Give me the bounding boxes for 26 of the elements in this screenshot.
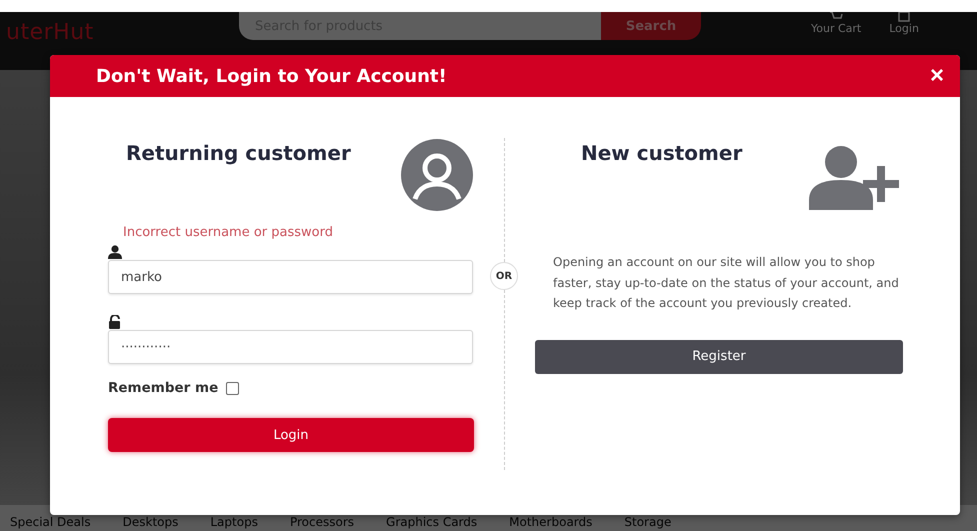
category-link[interactable]: Special Deals [10, 515, 91, 531]
padlock-icon [108, 315, 122, 329]
remember-label: Remember me [108, 380, 218, 396]
description-text: Opening an account on our site will allow you to shop faster, stay up-to-date on the status of your account, and keep track of the account you previously created. [553, 254, 900, 312]
person-icon [108, 245, 122, 259]
login-button[interactable]: Login [108, 418, 474, 452]
close-button[interactable]: × [930, 64, 944, 88]
login-link[interactable]: Login [889, 12, 919, 35]
error-message: Incorrect username or password [123, 225, 334, 240]
section-heading: Returning customer [126, 141, 351, 165]
category-link[interactable]: Processors [290, 515, 354, 531]
remember-checkbox[interactable] [226, 382, 240, 394]
dialog-title: Don't Wait, Login to Your Account! [96, 66, 447, 86]
category-link[interactable]: Graphics Cards [386, 515, 478, 531]
search-button[interactable]: Search [601, 12, 701, 40]
category-link[interactable]: Motherboards [509, 515, 592, 531]
section-heading: New customer [581, 141, 742, 165]
or-badge: OR [490, 262, 518, 290]
user-avatar-icon [401, 139, 473, 211]
register-button[interactable]: Register [535, 340, 903, 374]
password-field[interactable]: ············ [108, 330, 473, 364]
username-field[interactable]: marko [108, 260, 473, 294]
category-link[interactable]: Laptops [210, 515, 258, 531]
category-link[interactable]: Desktops [122, 515, 178, 531]
category-link[interactable]: Storage [624, 515, 672, 531]
cart-button[interactable]: Your Cart [811, 12, 862, 35]
